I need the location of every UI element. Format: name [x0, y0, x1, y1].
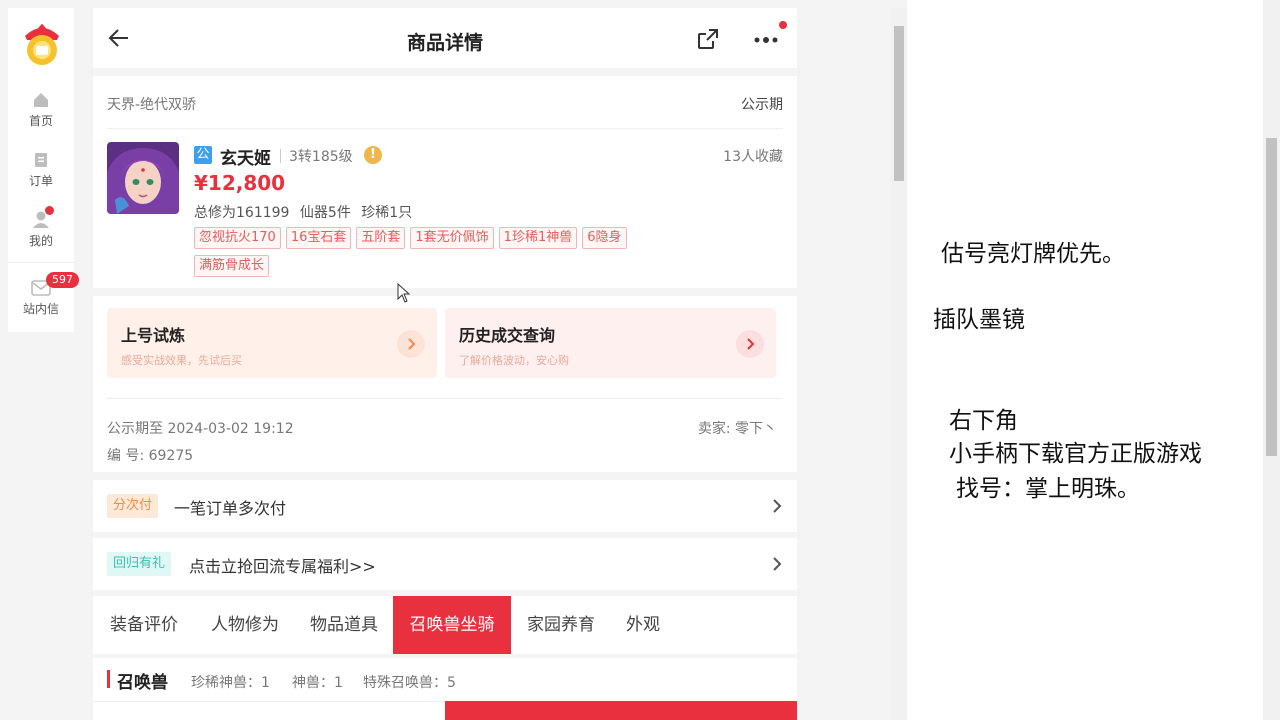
- tab-equipment[interactable]: 装备评价: [93, 596, 195, 654]
- tag: 1套无价佩饰: [410, 227, 494, 249]
- tab-home[interactable]: 家园养育: [511, 596, 611, 654]
- notification-dot: [45, 206, 54, 215]
- price: ¥12,800: [194, 171, 286, 195]
- serial-number: 编 号: 69275: [107, 448, 194, 464]
- return-gift-tag: 回归有礼: [107, 552, 172, 576]
- notes-panel: 估号亮灯牌优先。 插队墨镜 右下角 小手柄下载官方正版游戏 找号：掌上明珠。: [907, 0, 1263, 720]
- tab-pets-mounts[interactable]: 召唤兽坐骑: [393, 596, 511, 654]
- installment-row[interactable]: 分次付 一笔订单多次付: [93, 480, 797, 532]
- detail-tabs: 装备评价 人物修为 物品道具 召唤兽坐骑 家园养育 外观: [93, 596, 797, 654]
- trial-login-button[interactable]: 上号试炼 感受实战效果，先试后买: [107, 308, 437, 378]
- sidebar-item-label: 站内信: [22, 302, 59, 316]
- chevron-right-icon: [773, 557, 782, 571]
- info-warning-icon[interactable]: !: [364, 146, 382, 164]
- scrollbar-thumb[interactable]: [1266, 138, 1277, 456]
- page-title: 商品详情: [406, 32, 483, 54]
- tag: 16宝石套: [285, 227, 352, 249]
- stat-cultivation: 总修为161199: [194, 205, 290, 221]
- divider: [107, 398, 783, 399]
- trial-subtitle: 感受实战效果，先试后买: [121, 354, 242, 367]
- order-icon: [35, 153, 47, 167]
- home-icon: [34, 93, 48, 107]
- main-scrollbar[interactable]: [891, 8, 907, 720]
- note-line: 找号：掌上明珠。: [956, 476, 1140, 502]
- public-badge: 公: [194, 146, 212, 164]
- character-name: 玄天姬: [220, 149, 271, 169]
- history-subtitle: 了解价格波动，安心购: [459, 354, 569, 367]
- message-count-badge: 597: [46, 272, 79, 288]
- status-label: 公示期: [741, 97, 783, 113]
- divider: [107, 128, 783, 129]
- beast-count: 神兽：1: [292, 675, 343, 691]
- installment-text: 一笔订单多次付: [174, 499, 287, 518]
- tab-items[interactable]: 物品道具: [295, 596, 393, 654]
- sidebar-item-home[interactable]: 首页: [8, 92, 74, 129]
- share-icon[interactable]: [696, 27, 720, 51]
- note-line: 估号亮灯牌优先。: [941, 241, 1125, 267]
- sidebar-item-label: 订单: [28, 174, 53, 188]
- note-line: 插队墨镜: [933, 307, 1025, 333]
- more-icon[interactable]: [753, 36, 779, 44]
- highlight-tags: 忽视抗火170 16宝石套 五阶套 1套无价佩饰 1珍稀1神兽 6隐身满筋骨成长: [194, 226, 714, 282]
- special-beast-count: 特殊召唤兽：5: [363, 675, 456, 691]
- return-gift-row[interactable]: 回归有礼 点击立抢回流专属福利>>: [93, 538, 797, 590]
- tag: 五阶套: [356, 227, 406, 249]
- tag: 忽视抗火170: [194, 227, 281, 249]
- note-line: 小手柄下载官方正版游戏: [949, 441, 1202, 467]
- section-accent-bar: [107, 670, 110, 688]
- trial-title: 上号试炼: [121, 326, 186, 345]
- chevron-right-icon: [397, 330, 425, 358]
- more-notification-dot: [779, 21, 787, 29]
- divider: [93, 701, 445, 702]
- top-header: 商品详情: [93, 8, 797, 68]
- history-query-button[interactable]: 历史成交查询 了解价格波动，安心购: [445, 308, 776, 378]
- stat-rare: 珍稀1只: [361, 205, 413, 221]
- mouse-cursor-icon: [397, 282, 411, 307]
- notes-scrollbar[interactable]: [1263, 0, 1280, 720]
- character-level: 3转185级: [289, 149, 353, 165]
- tag: 满筋骨成长: [194, 255, 270, 277]
- public-until: 公示期至 2024-03-02 19:12: [107, 421, 294, 437]
- note-line: 右下角: [949, 408, 1018, 434]
- chevron-right-icon: [773, 499, 782, 513]
- favorite-count[interactable]: 13人收藏: [723, 146, 783, 166]
- app-logo[interactable]: [21, 22, 63, 66]
- server-name: 天界-绝代双骄: [107, 97, 197, 113]
- history-title: 历史成交查询: [459, 326, 556, 345]
- tab-appearance[interactable]: 外观: [611, 596, 675, 654]
- product-detail-page: 商品详情 天界-绝代双骄 公示期 公 玄天姬 3转185级 ! 13人收藏 ¥1…: [93, 8, 797, 720]
- section-heading: 召唤兽: [117, 673, 168, 693]
- return-gift-text: 点击立抢回流专属福利>>: [189, 557, 376, 576]
- scrollbar-thumb[interactable]: [894, 26, 904, 181]
- actions-card: 上号试炼 感受实战效果，先试后买 历史成交查询 了解价格波动，安心购 公示期至 …: [93, 296, 797, 472]
- left-sidebar: 首页 订单 我的 站内信 597: [8, 8, 79, 332]
- product-info-card: 天界-绝代双骄 公示期 公 玄天姬 3转185级 ! 13人收藏 ¥12,800…: [93, 76, 797, 288]
- installment-tag: 分次付: [107, 494, 159, 518]
- pet-subtab-active[interactable]: [445, 701, 797, 720]
- sidebar-item-label: 首页: [28, 114, 53, 128]
- sidebar-item-orders[interactable]: 订单: [8, 152, 74, 189]
- pets-section: 召唤兽 珍稀神兽：1 神兽：1 特殊召唤兽：5: [93, 658, 797, 720]
- sidebar-item-mine[interactable]: 我的: [8, 210, 74, 249]
- sidebar-divider: [8, 262, 74, 263]
- rare-beast-count: 珍稀神兽：1: [191, 675, 270, 691]
- character-stats: 总修为161199 仙器5件 珍稀1只: [194, 202, 418, 222]
- sidebar-item-label: 我的: [28, 234, 53, 248]
- tag: 1珍稀1神兽: [498, 227, 578, 249]
- tag: 6隐身: [582, 227, 627, 249]
- tab-cultivation[interactable]: 人物修为: [195, 596, 295, 654]
- seller-name[interactable]: 卖家: 零下丶: [698, 418, 777, 438]
- separator: [280, 149, 281, 163]
- stat-artifacts: 仙器5件: [299, 205, 351, 221]
- chevron-right-icon: [736, 330, 764, 358]
- character-avatar[interactable]: [107, 142, 179, 214]
